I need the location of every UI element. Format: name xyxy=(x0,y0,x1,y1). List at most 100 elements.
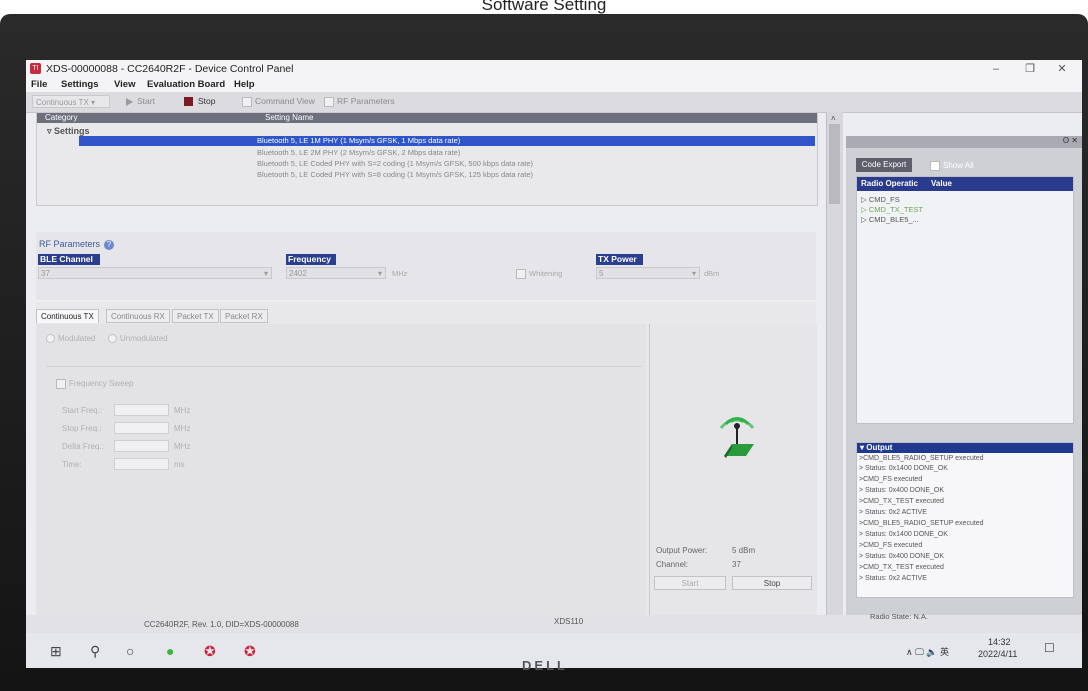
stop-freq-input[interactable] xyxy=(114,422,169,434)
tree-item[interactable]: ▷ CMD_BLE5_... xyxy=(861,215,919,224)
setting-row[interactable]: Bluetooth 5, LE 1M PHY (1 Msym/s GFSK, 1… xyxy=(79,136,815,146)
menu-view[interactable]: View xyxy=(114,79,135,90)
time-input[interactable] xyxy=(114,458,169,470)
delta-freq-label: Delta Freq.: xyxy=(62,442,104,451)
log-line: >CMD_BLE5_RADIO_SETUP executed xyxy=(859,520,984,527)
log-line: > Status: 0x1400 DONE_OK xyxy=(859,531,948,538)
maximize-button[interactable]: ❐ xyxy=(1018,62,1042,76)
tree-item[interactable]: ▷ CMD_FS xyxy=(861,195,900,204)
scroll-thumb[interactable] xyxy=(829,124,840,204)
radio-operations-tree: Radio Operatic Value ▷ CMD_FS ▷ CMD_TX_T… xyxy=(856,176,1074,424)
search-icon[interactable]: ⚲ xyxy=(90,643,100,660)
code-export-button[interactable]: Code Export xyxy=(856,158,912,172)
minimize-button[interactable]: – xyxy=(984,62,1008,76)
ti-app-icon-2[interactable]: ✪ xyxy=(244,643,256,660)
help-icon[interactable]: ? xyxy=(104,240,115,250)
checkbox-icon xyxy=(930,161,940,171)
log-line: >CMD_TX_TEST executed xyxy=(859,498,944,505)
start-button[interactable]: Start xyxy=(654,576,726,590)
ble-channel-select[interactable]: 37 ▾ xyxy=(38,267,272,279)
frequency-select[interactable]: 2402 ▾ xyxy=(286,267,386,279)
time-label: Time: xyxy=(62,460,82,469)
mode-select[interactable]: Continuous TX ▾ xyxy=(32,95,110,108)
whitening-checkbox[interactable]: Whitening xyxy=(516,269,562,280)
rf-parameters-title: RF Parameters? xyxy=(39,239,115,250)
antenna-icon xyxy=(719,417,755,458)
mode-select-value: Continuous TX xyxy=(36,98,89,107)
delta-freq-input[interactable] xyxy=(114,440,169,452)
stop-toolbar-button[interactable]: Stop xyxy=(184,96,216,107)
tree-item[interactable]: ▷ CMD_TX_TEST xyxy=(861,205,923,214)
tab-continuous-tx[interactable]: Continuous TX xyxy=(36,309,99,323)
log-line: >CMD_FS executed xyxy=(859,542,923,549)
system-tray[interactable]: ∧ 🖵 🔈 英 xyxy=(906,645,949,658)
command-view-toggle[interactable]: Command View xyxy=(242,96,315,107)
output-power-label: Output Power: xyxy=(656,546,708,555)
menu-help[interactable]: Help xyxy=(234,79,255,90)
checkbox-icon xyxy=(56,379,66,389)
ti-app-icon[interactable]: ✪ xyxy=(204,643,216,660)
close-button[interactable]: ✕ xyxy=(1050,62,1074,76)
app-green-icon[interactable]: ● xyxy=(166,643,174,659)
chevron-down-icon: ▾ xyxy=(691,269,696,278)
stop-button[interactable]: Stop xyxy=(732,576,812,590)
continuous-tx-panel: Modulated Unmodulated Frequency Sweep St… xyxy=(36,324,646,654)
setting-row[interactable]: Bluetooth 5, LE Coded PHY with S=2 codin… xyxy=(257,159,533,168)
panel-close-icon[interactable]: ʘ ✕ xyxy=(1063,136,1078,145)
unmodulated-radio[interactable]: Unmodulated xyxy=(108,334,168,344)
rf-parameters-panel: RF Parameters? BLE Channel 37 ▾ Frequency… xyxy=(36,232,816,300)
log-line: > Status: 0x2 ACTIVE xyxy=(859,509,927,516)
op-label: CMD_BLE5_... xyxy=(868,215,919,224)
rf-title-text: RF Parameters xyxy=(39,239,101,249)
start-freq-label: Start Freq.: xyxy=(62,406,103,415)
settings-panel: Category Setting Name ▿ Settings Bluetoo… xyxy=(36,112,818,206)
frequency-label: Frequency xyxy=(286,254,336,265)
menubar: File Settings View Evaluation Board Help xyxy=(26,78,1082,92)
frequency-sweep-checkbox[interactable]: Frequency Sweep xyxy=(56,379,133,389)
monitor-bezel: TI XDS-00000088 - CC2640R2F - Device Con… xyxy=(0,14,1088,691)
menu-settings[interactable]: Settings xyxy=(61,79,98,90)
notifications-icon[interactable]: ☐ xyxy=(1044,641,1055,655)
chevron-down-icon: ▾ xyxy=(377,269,382,278)
tab-packet-rx[interactable]: Packet RX xyxy=(220,309,268,323)
menu-file[interactable]: File xyxy=(31,79,47,90)
time-unit: ms xyxy=(174,460,185,469)
tx-power-label: TX Power xyxy=(596,254,643,265)
play-icon xyxy=(126,97,133,106)
vertical-scrollbar[interactable]: ˄ ˅ xyxy=(826,112,843,664)
delta-freq-unit: MHz xyxy=(174,442,191,451)
start-toolbar-button[interactable]: Start xyxy=(126,96,155,106)
col-setting-name: Setting Name xyxy=(265,113,314,122)
frequency-sweep-label: Frequency Sweep xyxy=(69,379,134,389)
task-view-icon[interactable]: ○ xyxy=(126,643,134,659)
output-header: ▾ Output xyxy=(857,443,1073,453)
tx-power-select[interactable]: 5 ▾ xyxy=(596,267,700,279)
stop-icon xyxy=(184,97,193,107)
chevron-down-icon: ▾ xyxy=(263,269,268,278)
divider xyxy=(46,366,642,367)
scroll-up-icon[interactable]: ˄ xyxy=(831,114,836,123)
setting-row[interactable]: Bluetooth 5, LE 2M PHY (2 Msym/s GFSK, 2… xyxy=(257,148,460,157)
command-panel: ʘ ✕ Code Export Show All Radio Operatic … xyxy=(846,136,1082,654)
windows-start-icon[interactable]: ⊞ xyxy=(50,643,62,660)
menu-evaluation-board[interactable]: Evaluation Board xyxy=(147,79,225,90)
start-freq-input[interactable] xyxy=(114,404,169,416)
channel-label: Channel: xyxy=(656,560,689,569)
settings-group-label: Settings xyxy=(54,126,90,136)
rf-parameters-toggle[interactable]: RF Parameters xyxy=(324,96,395,107)
checkbox-icon xyxy=(516,269,526,280)
tab-packet-tx[interactable]: Packet TX xyxy=(172,309,219,323)
show-all-checkbox[interactable]: Show All xyxy=(930,161,974,171)
frequency-value: 2402 xyxy=(289,269,307,278)
status-bar: CC2640R2F, Rev. 1.0, DID=XDS-00000088 XD… xyxy=(26,612,1082,633)
setting-row[interactable]: Bluetooth 5, LE Coded PHY with S=8 codin… xyxy=(257,170,533,179)
app-icon: TI xyxy=(30,63,41,74)
modulated-radio[interactable]: Modulated xyxy=(46,334,95,344)
radio-icon xyxy=(108,334,117,344)
unmodulated-label: Unmodulated xyxy=(120,334,168,343)
output-log: ▾ Output >CMD_BLE5_RADIO_SETUP executed … xyxy=(856,442,1074,598)
tab-continuous-rx[interactable]: Continuous RX xyxy=(106,309,170,323)
collapse-icon: ▿ xyxy=(47,126,55,136)
screen: TI XDS-00000088 - CC2640R2F - Device Con… xyxy=(26,60,1082,668)
output-power-value: 5 dBm xyxy=(732,546,756,555)
